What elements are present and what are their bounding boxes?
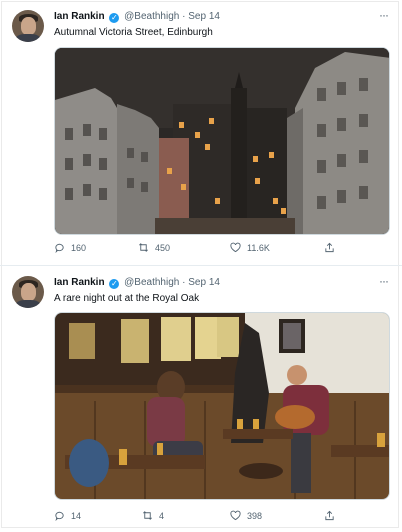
share-icon — [325, 510, 334, 521]
street-scene-image — [55, 48, 389, 234]
share-button[interactable] — [324, 510, 335, 521]
retweet-icon — [143, 511, 152, 520]
reply-icon — [55, 243, 64, 253]
author-name[interactable]: Ian Rankin — [54, 277, 105, 288]
like-count: 11.6K — [247, 242, 270, 253]
separator-dot: · — [182, 11, 186, 22]
tweet-date[interactable]: Sep 14 — [188, 277, 220, 288]
tweet-header: Ian Rankin ✓ @Beathhigh · Sep 14 — [54, 11, 220, 23]
avatar[interactable] — [12, 276, 44, 308]
heart-icon — [230, 510, 241, 521]
like-count: 398 — [247, 510, 263, 521]
tweet-text: A rare night out at the Royal Oak — [54, 293, 200, 304]
tweet-header: Ian Rankin ✓ @Beathhigh · Sep 14 — [54, 277, 220, 289]
share-icon — [325, 242, 334, 253]
author-handle[interactable]: @Beathhigh — [124, 11, 179, 22]
tweet-date[interactable]: Sep 14 — [188, 11, 220, 22]
tweet[interactable]: Ian Rankin ✓ @Beathhigh · Sep 14 ··· A r… — [0, 265, 402, 532]
retweet-button[interactable]: 4 — [142, 510, 164, 521]
retweet-count: 4 — [159, 510, 165, 521]
more-options-icon[interactable]: ··· — [379, 274, 389, 288]
like-button[interactable]: 398 — [230, 510, 262, 521]
verified-badge-icon: ✓ — [109, 279, 120, 289]
author-handle[interactable]: @Beathhigh — [124, 277, 179, 288]
tweet-photo-victoria-street[interactable] — [54, 47, 390, 235]
retweet-icon — [139, 243, 148, 252]
tweet-photo-royal-oak[interactable] — [54, 312, 390, 500]
separator-dot: · — [182, 277, 186, 288]
tweet-actions: 14 4 398 — [54, 510, 384, 526]
reply-count: 160 — [71, 242, 87, 253]
pub-scene-image — [55, 313, 389, 499]
author-name[interactable]: Ian Rankin — [54, 11, 105, 22]
tweet-text: Autumnal Victoria Street, Edinburgh — [54, 27, 213, 38]
heart-icon — [230, 242, 241, 253]
tweet[interactable]: Ian Rankin ✓ @Beathhigh · Sep 14 ··· Aut… — [0, 0, 402, 265]
tweet-actions: 160 450 11.6K — [54, 242, 384, 258]
reply-count: 14 — [71, 510, 82, 521]
avatar[interactable] — [12, 10, 44, 42]
retweet-count: 450 — [155, 242, 171, 253]
reply-button[interactable]: 14 — [54, 510, 81, 521]
reply-button[interactable]: 160 — [54, 242, 86, 253]
more-options-icon[interactable]: ··· — [379, 8, 389, 22]
share-button[interactable] — [324, 242, 335, 253]
retweet-button[interactable]: 450 — [138, 242, 170, 253]
like-button[interactable]: 11.6K — [230, 242, 270, 253]
reply-icon — [55, 511, 64, 521]
verified-badge-icon: ✓ — [109, 13, 120, 23]
